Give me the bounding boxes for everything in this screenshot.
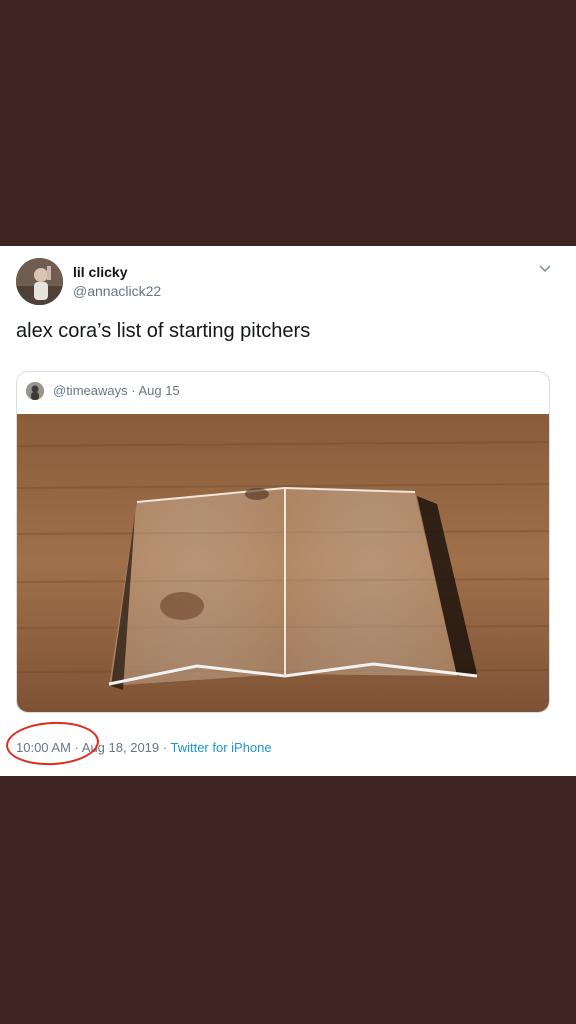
- quoted-image[interactable]: [17, 414, 550, 713]
- quoted-tweet[interactable]: @timeaways · Aug 15: [16, 371, 550, 713]
- avatar[interactable]: [16, 258, 63, 305]
- display-name[interactable]: lil clicky: [73, 263, 127, 281]
- quoted-avatar[interactable]: [26, 382, 44, 400]
- quoted-separator: ·: [127, 383, 139, 398]
- meta-separator: ·: [159, 740, 171, 755]
- chevron-down-icon[interactable]: [538, 263, 552, 275]
- tweet-source[interactable]: Twitter for iPhone: [170, 740, 271, 755]
- quoted-meta: @timeaways · Aug 15: [53, 383, 180, 399]
- quoted-date[interactable]: Aug 15: [138, 383, 179, 398]
- tweet-text: alex cora’s list of starting pitchers: [16, 320, 311, 342]
- user-handle[interactable]: @annaclick22: [73, 282, 161, 300]
- quoted-handle[interactable]: @timeaways: [53, 383, 128, 398]
